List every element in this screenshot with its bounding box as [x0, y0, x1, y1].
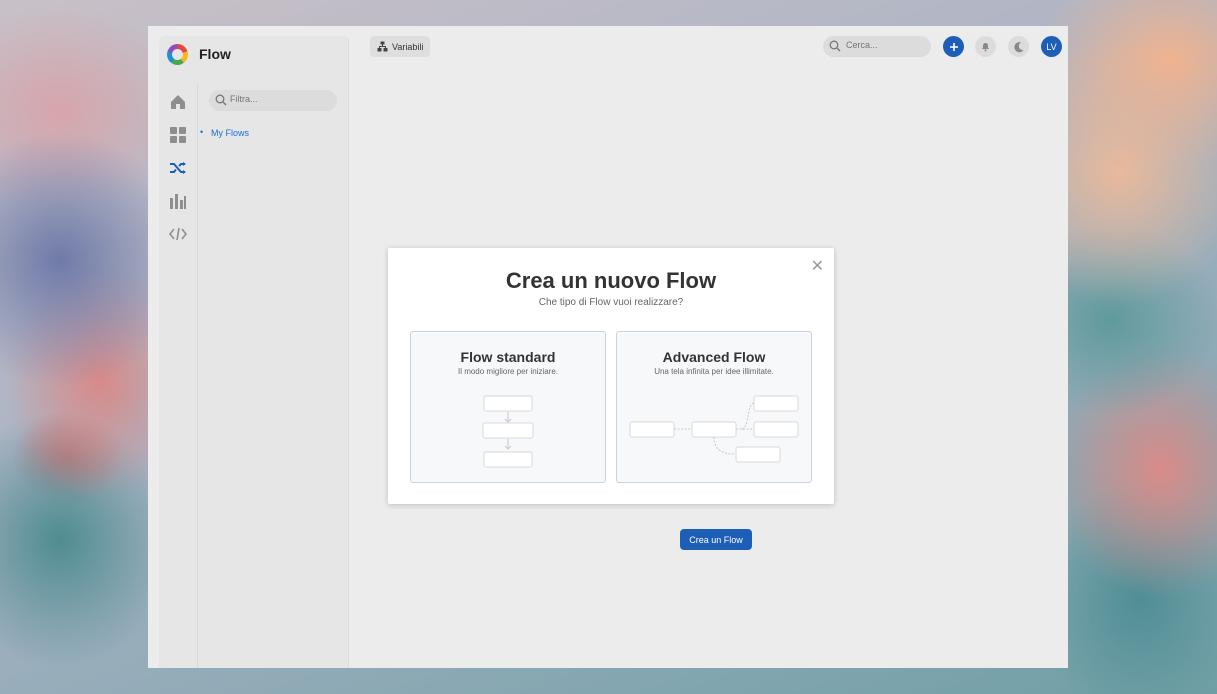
theme-toggle-button[interactable] [1008, 36, 1029, 57]
option-standard-flow[interactable]: Flow standard Il modo migliore per inizi… [410, 331, 606, 483]
nav-rail [159, 84, 198, 668]
bell-icon [982, 43, 989, 52]
search-input[interactable] [844, 39, 928, 51]
option-advanced-flow[interactable]: Advanced Flow Una tela infinita per idee… [616, 331, 812, 483]
dashboard-icon[interactable] [168, 125, 188, 145]
app-title: Flow [199, 46, 231, 62]
plus-icon [949, 42, 958, 51]
add-button[interactable] [943, 36, 964, 57]
search-field[interactable] [823, 36, 931, 57]
variables-icon [377, 41, 388, 52]
search-icon [215, 94, 227, 106]
variables-label: Variabili [392, 41, 424, 52]
create-flow-button[interactable]: Crea un Flow [680, 529, 752, 550]
create-flow-modal: ✕ Crea un nuovo Flow Che tipo di Flow vu… [388, 248, 834, 504]
filter-input[interactable] [228, 93, 332, 105]
search-icon [829, 40, 841, 52]
advanced-flow-illustration [629, 395, 799, 463]
sidebar: Flow My Flows [159, 36, 349, 668]
notifications-button[interactable] [975, 36, 996, 57]
moon-icon [1013, 41, 1023, 52]
analytics-icon[interactable] [168, 191, 188, 211]
tree-item-my-flows[interactable]: My Flows [200, 127, 249, 138]
standard-flow-illustration [482, 395, 534, 468]
flows-icon[interactable] [168, 158, 188, 178]
modal-subtitle: Che tipo di Flow vuoi realizzare? [538, 297, 684, 308]
filter-field[interactable] [209, 90, 337, 111]
variables-button[interactable]: Variabili [370, 36, 431, 57]
flow-logo-icon [167, 44, 188, 65]
avatar[interactable]: LV [1041, 36, 1062, 57]
home-icon[interactable] [168, 92, 188, 112]
modal-title: Crea un nuovo Flow [505, 268, 717, 293]
code-icon[interactable] [168, 224, 188, 244]
